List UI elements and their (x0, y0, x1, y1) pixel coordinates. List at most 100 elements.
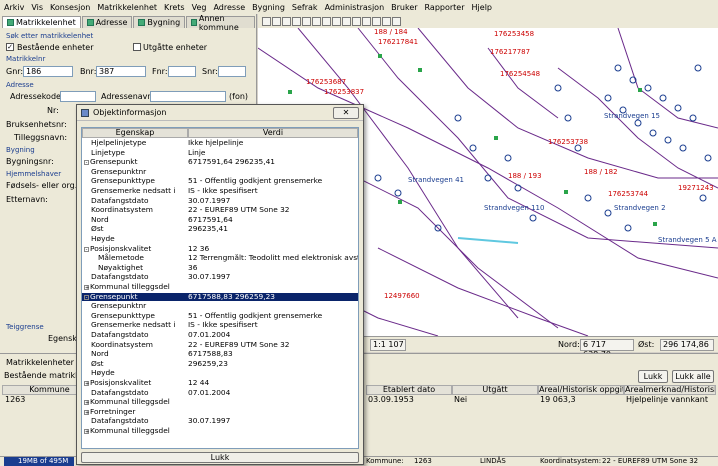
expand-icon[interactable]: + (84, 381, 89, 387)
property-label: Datafangstdato (91, 387, 149, 397)
close-all-button[interactable]: Lukk alle (672, 370, 714, 383)
select-icon[interactable] (302, 16, 311, 26)
tab-bygning[interactable]: Bygning (133, 16, 186, 28)
adressekode-input[interactable] (60, 91, 96, 102)
menu-item[interactable]: Hjelp (472, 3, 492, 12)
expand-icon[interactable]: + (84, 429, 89, 435)
table-row[interactable]: Nord 6717588,83 (82, 349, 358, 359)
tab-adresse[interactable]: Adresse (81, 16, 133, 28)
table-row[interactable]: Høyde (82, 369, 358, 378)
table-row[interactable]: Målemetode 12 Terrengmålt: Teodolitt med … (82, 253, 358, 263)
tab-matrikkelenhet[interactable]: Matrikkelenhet (2, 16, 81, 28)
zoom-in-icon[interactable] (262, 16, 271, 26)
table-row[interactable]: Datafangstdato 30.07.1997 (82, 417, 358, 426)
collapse-icon[interactable]: - (84, 294, 89, 300)
menu-item[interactable]: Vis (31, 3, 43, 12)
table-row[interactable]: Grensemerke nedsatt i IS - Ikke spesifise… (82, 321, 358, 330)
table-row[interactable]: Grensepunkttype 51 - Offentlig godkjent g… (82, 311, 358, 321)
table-row[interactable]: +Posisjonskvalitet 12 44 (82, 378, 358, 388)
table-row[interactable]: Koordinatsystem 22 - EUREF89 UTM Sone 32 (82, 340, 358, 350)
table-row[interactable]: Datafangstdato 07.01.2004 (82, 387, 358, 398)
tab-annen-kommune[interactable]: Annen kommune (186, 14, 255, 32)
table-row[interactable]: Datafangstdato 30.07.1997 (82, 196, 358, 206)
table-row[interactable]: +Kommunal tilleggsdel (82, 397, 358, 407)
info-icon[interactable] (342, 16, 351, 26)
table-row[interactable]: Nord 6717591,64 (82, 215, 358, 225)
table-row[interactable]: +Kommunal tilleggsdel (82, 282, 358, 292)
table-row[interactable]: - Grensepunkt 6717588,83 296259,23 (82, 292, 358, 302)
table-row[interactable]: +Forretninger (82, 407, 358, 417)
close-button[interactable]: Lukk (638, 370, 668, 383)
expired-units-checkbox[interactable] (133, 43, 141, 51)
bnr-input[interactable]: 387 (96, 66, 146, 77)
menu-item[interactable]: Bygning (252, 3, 285, 12)
table-row[interactable]: Hjelpelinjetype Ikke hjelpelinje (82, 138, 358, 148)
table-row[interactable]: - Posisjonskvalitet 12 36 (82, 243, 358, 254)
fnr-input[interactable] (168, 66, 196, 77)
etternavn-label: Etternavn: (6, 195, 48, 204)
property-name: +Kommunal tilleggsdel (84, 426, 170, 436)
expand-icon[interactable]: + (84, 285, 89, 291)
column-header[interactable]: Arealmerknad/Historisk a... (624, 385, 716, 395)
menu-item[interactable]: Veg (192, 3, 207, 12)
table-row[interactable]: Linjetype Linje (82, 148, 358, 158)
property-label: Kommunal tilleggsdel (90, 397, 170, 407)
snr-input[interactable] (218, 66, 246, 77)
table-cell[interactable]: 1263 (3, 395, 63, 405)
adressenavn-input[interactable] (150, 91, 226, 102)
column-header-verdi[interactable]: Verdi (188, 128, 358, 138)
table-cell[interactable]: 03.09.1953 (366, 395, 446, 405)
measure-icon[interactable] (332, 16, 341, 26)
table-row[interactable]: Grensepunktnr (82, 301, 358, 311)
menu-item[interactable]: Arkiv (4, 3, 24, 12)
table-cell[interactable]: 19 063,3 (538, 395, 598, 405)
table-row[interactable]: Grensepunkttype 51 - Offentlig godkjent g… (82, 177, 358, 186)
table-row[interactable]: Øst 296235,41 (82, 225, 358, 234)
table-row[interactable]: Grensepunktnr (82, 167, 358, 177)
gnr-input[interactable]: 186 (23, 66, 73, 77)
menu-item[interactable]: Adresse (213, 3, 245, 12)
column-header[interactable]: Areal/Historisk oppgitt ar... (538, 385, 624, 395)
layers-icon[interactable] (352, 16, 361, 26)
color-icon[interactable] (382, 16, 391, 26)
close-icon[interactable]: ✕ (333, 107, 359, 119)
table-row[interactable]: Datafangstdato 30.07.1997 (82, 273, 358, 282)
menu-item[interactable]: Krets (164, 3, 185, 12)
table-cell[interactable]: Nei (452, 395, 492, 405)
table-cell[interactable]: Hjelpelinje vannkant (624, 395, 716, 405)
table-row[interactable]: Øst 296259,23 (82, 359, 358, 369)
column-header[interactable]: Utgått (452, 385, 538, 395)
print-icon[interactable] (392, 16, 401, 26)
menu-item[interactable]: Matrikkelenhet (97, 3, 157, 12)
refresh-icon[interactable] (322, 16, 331, 26)
existing-units-checkbox[interactable]: ✓ (6, 43, 14, 51)
grid-icon[interactable] (362, 16, 371, 26)
search-icon[interactable] (372, 16, 381, 26)
property-name: +Kommunal tilleggsdel (84, 397, 170, 407)
column-header-egenskap[interactable]: Egenskap (82, 128, 188, 138)
table-row[interactable]: - Grensepunkt 6717591,64 296235,41 (82, 157, 358, 167)
hand-icon[interactable] (292, 16, 301, 26)
menu-item[interactable]: Konsesjon (50, 3, 90, 12)
table-row[interactable]: +Kommunal tilleggsdel (82, 426, 358, 436)
menu-item[interactable]: Sefrak (292, 3, 318, 12)
menu-item[interactable]: Bruker (391, 3, 417, 12)
table-row[interactable]: Høyde (82, 234, 358, 244)
table-row[interactable]: Datafangstdato 07.01.2004 (82, 330, 358, 340)
property-label: Posisjonskvalitet (90, 243, 152, 253)
expand-icon[interactable]: + (84, 400, 89, 406)
pan-icon[interactable] (282, 16, 291, 26)
table-row[interactable]: Grensemerke nedsatt i IS - Ikke spesifise… (82, 186, 358, 196)
dialog-close-button[interactable]: Lukk (81, 452, 359, 463)
column-header[interactable]: Etablert dato (366, 385, 452, 395)
property-label: Datafangstdato (91, 330, 149, 339)
menu-item[interactable]: Rapporter (425, 3, 465, 12)
expand-icon[interactable]: + (84, 409, 89, 415)
menu-item[interactable]: Administrasjon (325, 3, 385, 12)
collapse-icon[interactable]: - (84, 160, 89, 166)
table-row[interactable]: Nøyaktighet 36 (82, 263, 358, 273)
table-row[interactable]: Koordinatsystem 22 - EUREF89 UTM Sone 32 (82, 205, 358, 215)
zoom-box-icon[interactable] (312, 16, 321, 26)
collapse-icon[interactable]: - (84, 246, 89, 252)
zoom-out-icon[interactable] (272, 16, 281, 26)
